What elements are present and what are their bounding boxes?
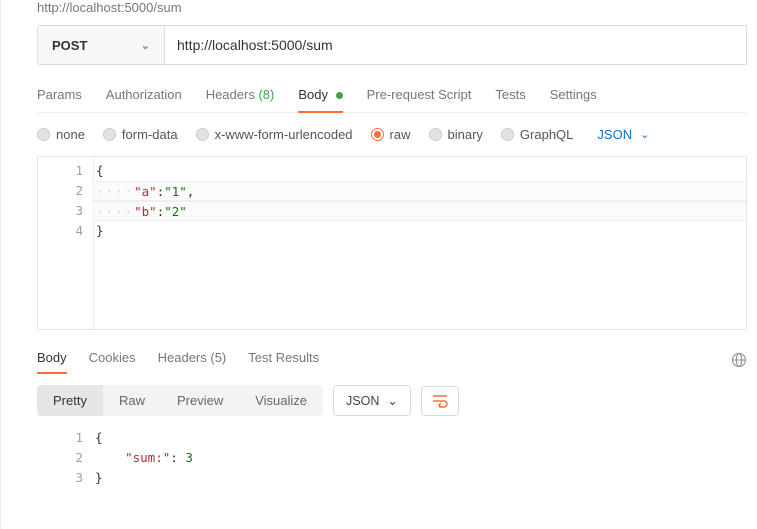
request-body-editor[interactable]: 1 2 3 4 { ····"a":"1", ····"b":"2" } [37, 156, 747, 330]
request-row: POST ⌄ [37, 25, 747, 65]
code-indent: ···· [96, 184, 134, 199]
radio-graphql-label: GraphQL [520, 127, 573, 142]
seg-raw[interactable]: Raw [103, 385, 161, 416]
radio-none[interactable]: none [37, 127, 85, 142]
line-number: 2 [37, 448, 83, 468]
tab-settings[interactable]: Settings [550, 83, 597, 112]
radio-binary[interactable]: binary [429, 127, 483, 142]
radio-icon [371, 128, 384, 141]
seg-preview[interactable]: Preview [161, 385, 239, 416]
tab-prerequest[interactable]: Pre-request Script [367, 83, 472, 112]
tab-params[interactable]: Params [37, 83, 82, 112]
tab-headers-label: Headers [206, 87, 255, 102]
code-indent: ···· [96, 204, 134, 219]
code-token: "sum:" [125, 450, 170, 465]
radio-icon [196, 128, 209, 141]
code-token: } [95, 470, 103, 485]
tab-authorization[interactable]: Authorization [106, 83, 182, 112]
response-format-label: JSON [346, 394, 379, 408]
line-number: 1 [37, 428, 83, 448]
radio-urlencoded[interactable]: x-www-form-urlencoded [196, 127, 353, 142]
response-editor-code[interactable]: { "sum:": 3 } [93, 424, 747, 492]
code-token: "b" [134, 204, 157, 219]
http-method-select[interactable]: POST ⌄ [37, 25, 165, 65]
radio-none-label: none [56, 127, 85, 142]
request-tabs: Params Authorization Headers (8) Body Pr… [37, 83, 747, 113]
radio-icon [429, 128, 442, 141]
code-token: { [95, 430, 103, 445]
code-token: "1" [164, 184, 187, 199]
radio-raw-label: raw [390, 127, 411, 142]
radio-graphql[interactable]: GraphQL [501, 127, 573, 142]
seg-pretty[interactable]: Pretty [37, 385, 103, 416]
wrap-lines-button[interactable] [421, 386, 459, 416]
radio-formdata-label: form-data [122, 127, 178, 142]
tab-body-label: Body [298, 87, 328, 102]
resp-tab-headers-count: (5) [210, 350, 226, 365]
tab-headers[interactable]: Headers (8) [206, 83, 275, 112]
code-token: , [187, 184, 195, 199]
response-view-segments: Pretty Raw Preview Visualize [37, 385, 323, 416]
radio-formdata[interactable]: form-data [103, 127, 178, 142]
chevron-down-icon: ⌄ [387, 393, 397, 408]
code-indent [95, 450, 125, 465]
line-number: 3 [38, 201, 83, 221]
http-method-label: POST [52, 38, 87, 53]
response-tabs: Body Cookies Headers (5) Test Results [37, 346, 747, 373]
tab-tests[interactable]: Tests [495, 83, 525, 112]
chevron-down-icon: ⌄ [640, 128, 649, 141]
request-editor-gutter: 1 2 3 4 [38, 157, 94, 329]
globe-icon[interactable] [731, 352, 747, 368]
resp-tab-test-results[interactable]: Test Results [248, 346, 319, 373]
line-number: 4 [38, 221, 83, 241]
breadcrumb-partial-url: http://localhost:5000/sum [37, 0, 747, 15]
code-token: : [170, 450, 185, 465]
code-token: "2" [164, 204, 187, 219]
request-editor-code[interactable]: { ····"a":"1", ····"b":"2" } [94, 157, 746, 329]
code-token: 3 [185, 450, 193, 465]
tab-headers-count: (8) [258, 87, 274, 102]
response-editor-gutter: 1 2 3 [37, 424, 93, 492]
radio-icon [37, 128, 50, 141]
resp-tab-body[interactable]: Body [37, 346, 67, 373]
radio-urlencoded-label: x-www-form-urlencoded [215, 127, 353, 142]
resp-tab-headers-label: Headers [158, 350, 207, 365]
body-format-select[interactable]: JSON ⌄ [597, 127, 649, 142]
seg-visualize[interactable]: Visualize [239, 385, 323, 416]
tab-body[interactable]: Body [298, 83, 342, 112]
resp-tab-headers[interactable]: Headers (5) [158, 346, 227, 373]
code-token: { [96, 163, 104, 178]
response-format-select[interactable]: JSON ⌄ [333, 385, 411, 416]
radio-binary-label: binary [448, 127, 483, 142]
radio-icon [501, 128, 514, 141]
response-toolbar: Pretty Raw Preview Visualize JSON ⌄ [37, 385, 747, 416]
radio-raw[interactable]: raw [371, 127, 411, 142]
code-token: "a" [134, 184, 157, 199]
resp-tab-cookies[interactable]: Cookies [89, 346, 136, 373]
code-token: } [96, 223, 104, 238]
body-active-dot-icon [336, 92, 343, 99]
body-format-label: JSON [597, 127, 632, 142]
line-number: 2 [38, 181, 83, 201]
chevron-down-icon: ⌄ [141, 39, 150, 52]
response-body-editor[interactable]: 1 2 3 { "sum:": 3 } [37, 424, 747, 492]
request-url-input[interactable] [165, 25, 747, 65]
radio-icon [103, 128, 116, 141]
line-number: 1 [38, 161, 83, 181]
line-number: 3 [37, 468, 83, 488]
body-type-radios: none form-data x-www-form-urlencoded raw… [37, 127, 747, 156]
